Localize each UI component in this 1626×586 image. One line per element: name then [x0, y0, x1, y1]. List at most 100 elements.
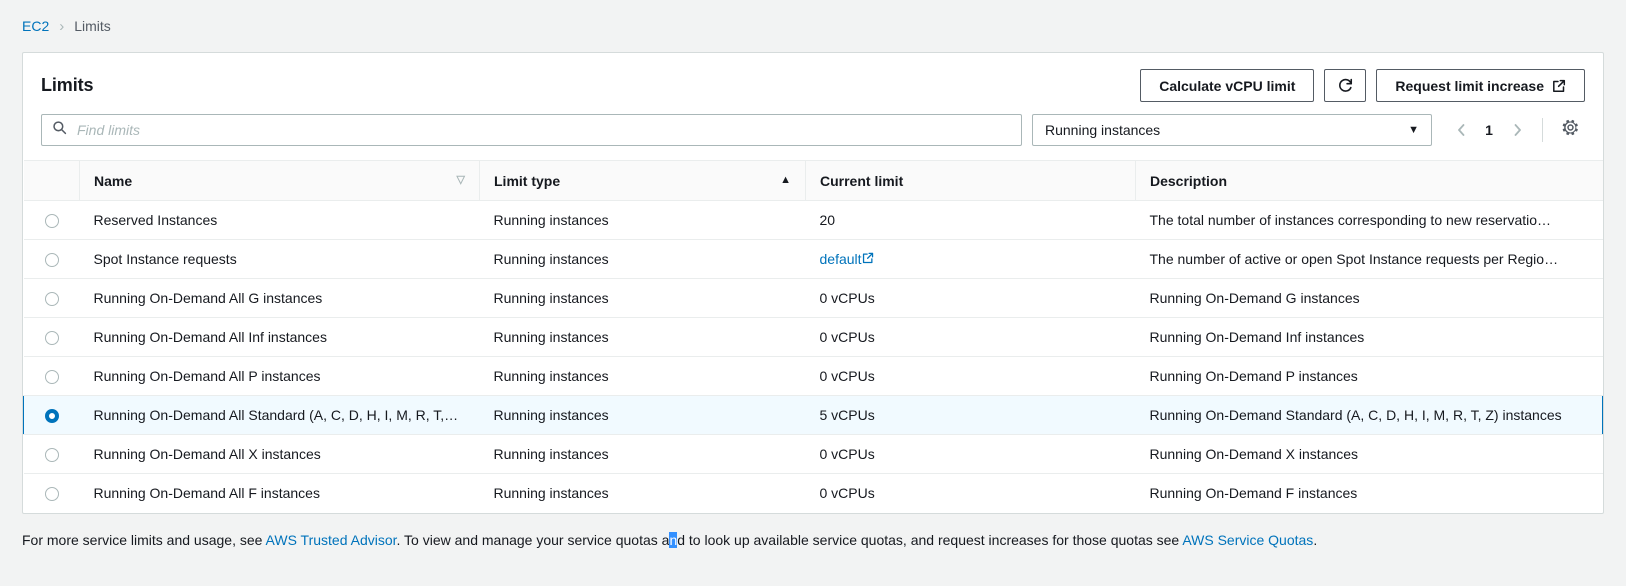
cell-description: Running On-Demand P instances — [1135, 356, 1603, 396]
footer-text-3: d to look up available service quotas, a… — [677, 531, 1183, 548]
panel-header: Limits Calculate vCPU limit Request limi… — [23, 53, 1603, 114]
sort-ascending-icon: ▲ — [780, 174, 791, 186]
cell-current-limit: 5 vCPUs — [805, 395, 1136, 435]
row-select-cell[interactable] — [23, 239, 80, 279]
table-row[interactable]: Running On-Demand All P instances Running… — [23, 356, 1603, 396]
sort-descending-icon: ▽ — [456, 174, 465, 186]
breadcrumb: EC2 › Limits — [0, 0, 1626, 52]
footer-text-1: For more service limits and usage, see — [22, 531, 266, 548]
row-select-cell[interactable] — [23, 356, 80, 396]
cell-name: Running On-Demand All Inf instances — [79, 317, 480, 357]
cell-current-limit: 0 vCPUs — [805, 278, 1136, 318]
cell-name: Running On-Demand All F instances — [93, 485, 320, 502]
cell-limit-type: Running instances — [479, 239, 806, 279]
cell-limit-type: Running instances — [479, 317, 806, 357]
cell-name: Spot Instance requests — [79, 239, 480, 279]
cell-current-limit: 0 vCPUs — [805, 434, 1136, 474]
table-row[interactable]: Running On-Demand All G instances Running… — [23, 278, 1603, 318]
row-select-cell[interactable] — [23, 395, 80, 435]
cell-description: The number of active or open Spot Instan… — [1135, 239, 1603, 279]
table-body: Reserved Instances Running instances 20 The… — [23, 200, 1603, 513]
row-select-cell[interactable] — [24, 474, 80, 513]
column-name[interactable]: Name ▽ — [79, 160, 480, 201]
row-radio[interactable] — [44, 448, 59, 463]
limits-panel: Limits Calculate vCPU limit Request limi… — [22, 52, 1604, 514]
table-row[interactable]: Spot Instance requests Running instances d… — [23, 239, 1603, 279]
cell-description: Running On-Demand Standard (A, C, D, H, … — [1135, 395, 1603, 435]
column-current-limit[interactable]: Current limit — [805, 160, 1136, 201]
row-select-cell[interactable] — [23, 434, 80, 474]
column-description[interactable]: Description — [1135, 160, 1603, 201]
row-select-cell[interactable] — [23, 317, 80, 357]
request-limit-increase-label: Request limit increase — [1395, 77, 1544, 94]
refresh-icon — [1337, 77, 1354, 94]
row-radio[interactable] — [44, 331, 59, 346]
breadcrumb-separator-icon: › — [59, 17, 65, 35]
cell-name: Running On-Demand All Standard (A, C, D,… — [79, 395, 480, 435]
breadcrumb-item-ec2[interactable]: EC2 — [22, 18, 49, 34]
table-header: Name ▽ Limit type ▲ Current limit Descri… — [23, 160, 1603, 201]
filter-row: Running instances ▼ 1 — [23, 114, 1603, 160]
search-icon — [52, 120, 75, 140]
pagination-prev-button[interactable] — [1448, 116, 1474, 144]
cell-current-limit[interactable]: default — [805, 239, 1136, 279]
limits-table: Name ▽ Limit type ▲ Current limit Descri… — [23, 160, 1603, 513]
limit-type-select-value: Running instances — [1045, 122, 1161, 138]
chevron-down-icon: ▼ — [1408, 123, 1419, 136]
cell-limit-type: Running instances — [479, 278, 806, 318]
breadcrumb-item-limits: Limits — [74, 18, 111, 34]
row-radio[interactable] — [44, 253, 59, 268]
column-name-label: Name — [94, 172, 133, 189]
current-limit-link[interactable]: default — [820, 251, 862, 267]
cell-limit-type: Running instances — [493, 485, 609, 502]
pagination-next-button[interactable] — [1504, 116, 1530, 144]
row-radio[interactable] — [44, 292, 59, 307]
table-row[interactable]: Running On-Demand All X instances Running… — [23, 434, 1603, 474]
aws-service-quotas-link[interactable]: AWS Service Quotas — [1182, 532, 1313, 548]
cell-name: Reserved Instances — [79, 200, 480, 240]
cell-name: Running On-Demand All X instances — [79, 434, 480, 474]
cell-description: Running On-Demand G instances — [1135, 278, 1603, 318]
footer-text-2: . To view and manage your service quotas… — [396, 531, 670, 548]
external-link-icon — [862, 251, 874, 267]
row-radio[interactable] — [44, 370, 59, 385]
aws-trusted-advisor-link[interactable]: AWS Trusted Advisor — [266, 532, 397, 548]
page-title: Limits — [41, 75, 94, 95]
table-header-row: Name ▽ Limit type ▲ Current limit Descri… — [23, 160, 1603, 201]
table-preferences-button[interactable] — [1555, 115, 1585, 145]
cell-description: Running On-Demand Inf instances — [1135, 317, 1603, 357]
cell-current-limit: 0 vCPUs — [805, 317, 1136, 357]
row-select-cell[interactable] — [23, 278, 80, 318]
table-row[interactable]: Reserved Instances Running instances 20 The… — [23, 200, 1603, 240]
search-limits-box[interactable] — [41, 114, 1022, 146]
cell-limit-type: Running instances — [479, 200, 806, 240]
cell-description: The total number of instances correspond… — [1135, 200, 1603, 240]
cell-limit-type: Running instances — [479, 356, 806, 396]
table-row[interactable]: Running On-Demand All Inf instances Runni… — [23, 317, 1603, 357]
table-row[interactable]: Running On-Demand All F instances Running… — [24, 474, 1603, 513]
calculate-vcpu-limit-button[interactable]: Calculate vCPU limit — [1140, 69, 1315, 102]
row-radio[interactable] — [44, 214, 59, 229]
request-limit-increase-button[interactable]: Request limit increase — [1376, 69, 1585, 102]
row-select-cell[interactable] — [23, 200, 80, 240]
cell-limit-type: Running instances — [479, 434, 806, 474]
cell-name: Running On-Demand All G instances — [79, 278, 480, 318]
cell-current-limit: 0 vCPUs — [805, 356, 1136, 396]
table-row[interactable]: Running On-Demand All Standard (A, C, D,… — [23, 395, 1603, 435]
calculate-vcpu-limit-label: Calculate vCPU limit — [1159, 77, 1296, 94]
cell-limit-type: Running instances — [479, 395, 806, 435]
search-input[interactable] — [75, 121, 1011, 139]
refresh-button[interactable] — [1324, 69, 1367, 102]
column-select — [23, 160, 80, 201]
column-current-limit-label: Current limit — [820, 172, 904, 189]
pagination-page-1[interactable]: 1 — [1480, 122, 1498, 138]
column-limit-type-label: Limit type — [494, 172, 561, 189]
row-radio-selected[interactable] — [44, 409, 59, 424]
column-limit-type[interactable]: Limit type ▲ — [479, 160, 806, 201]
limit-type-select[interactable]: Running instances ▼ — [1032, 114, 1432, 146]
cell-current-limit: 0 vCPUs — [819, 485, 875, 502]
cell-description: Running On-Demand X instances — [1135, 434, 1603, 474]
header-actions: Calculate vCPU limit Request limit incre… — [1140, 69, 1585, 102]
toolbar-divider — [1542, 118, 1543, 142]
row-radio[interactable] — [44, 487, 59, 502]
